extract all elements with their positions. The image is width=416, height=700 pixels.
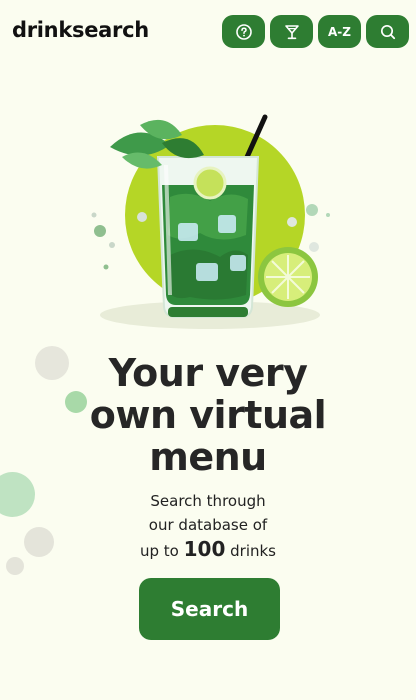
cocktail-glass-icon: [284, 24, 299, 39]
logo[interactable]: drinksearch: [12, 18, 149, 42]
logo-text: drinksearch: [12, 18, 149, 42]
mojito-illustration: [91, 114, 330, 329]
cocktail-button[interactable]: [270, 15, 313, 48]
help-icon: [235, 23, 252, 40]
hero-illustration: [70, 105, 350, 345]
hero-subtext: Search through our database of up to 100…: [0, 489, 416, 563]
hero-headline: Your very own virtual menu: [0, 352, 416, 478]
subtext-line: our database of: [148, 516, 268, 534]
headline-line: menu: [149, 435, 267, 479]
subtext-prefix: up to: [139, 542, 184, 560]
a-z-button[interactable]: A-Z: [318, 15, 361, 48]
subtext-line: up to 100 drinks: [0, 537, 416, 563]
search-icon: [380, 24, 395, 39]
app-header: drinksearch A-Z: [0, 0, 416, 64]
subtext-suffix: drinks: [225, 542, 276, 560]
a-z-label: A-Z: [328, 24, 351, 39]
help-button[interactable]: [222, 15, 265, 48]
search-nav-button[interactable]: [366, 15, 409, 48]
subtext-line: Search through: [150, 492, 266, 510]
search-button[interactable]: Search: [139, 578, 280, 640]
drink-count: 100: [183, 537, 226, 561]
headline-line: own virtual: [89, 393, 327, 437]
headline-line: Your very: [108, 351, 308, 395]
